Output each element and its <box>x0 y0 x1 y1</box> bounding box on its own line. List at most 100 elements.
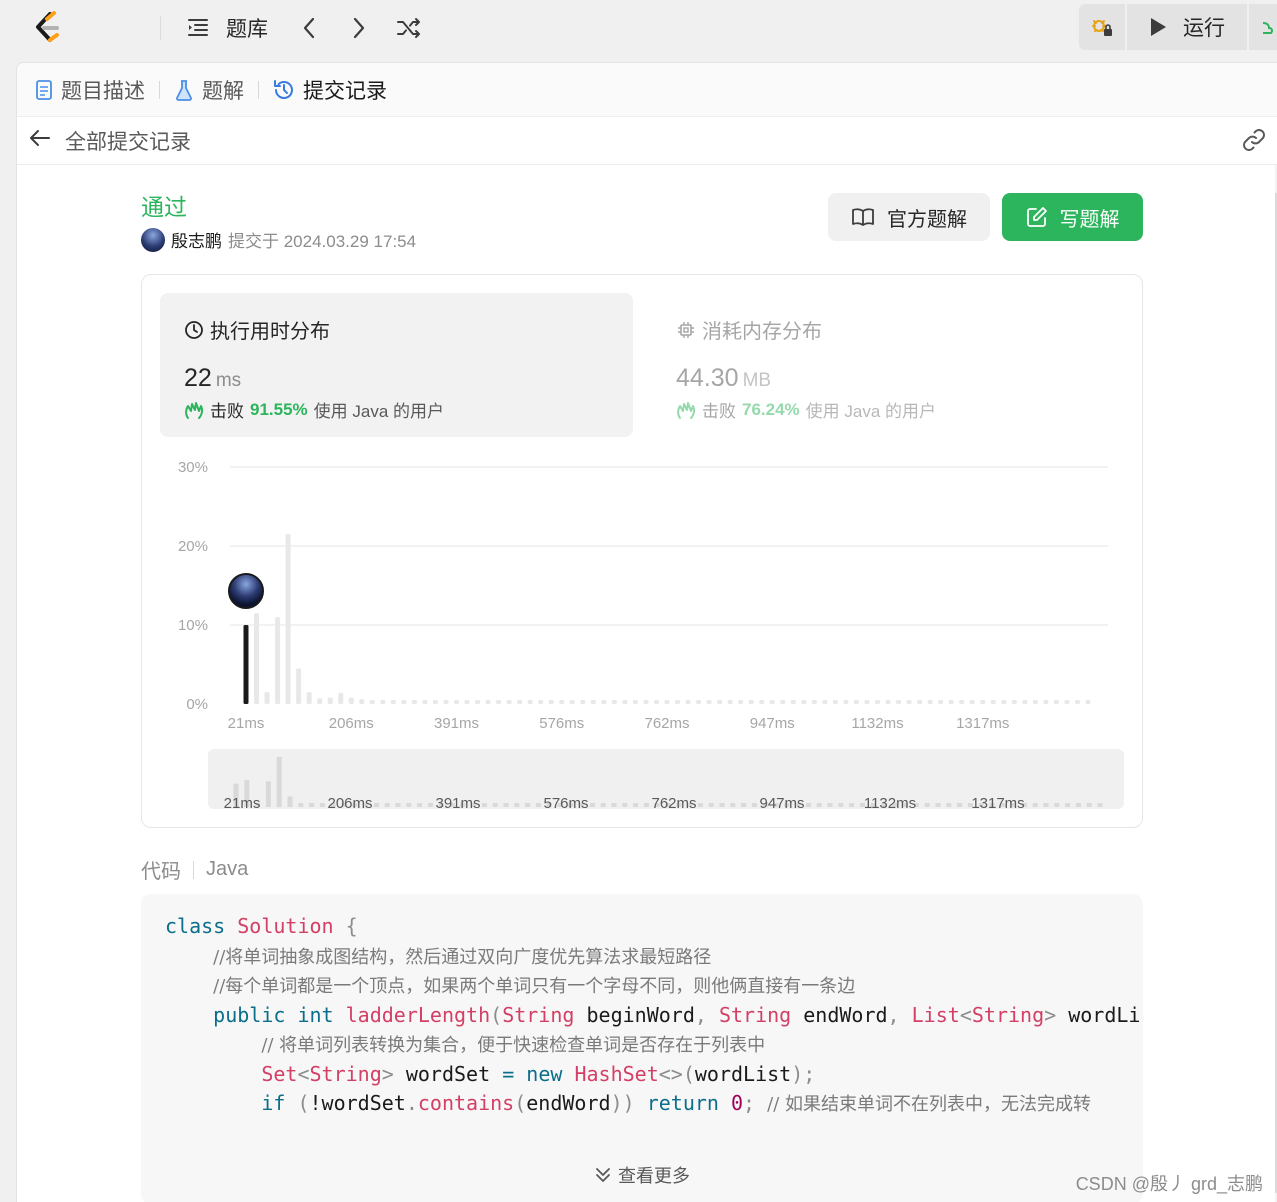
tab-submissions[interactable]: 提交记录 <box>273 75 387 105</box>
run-button[interactable]: 运行 <box>1127 4 1247 50</box>
chart-bar[interactable] <box>348 697 354 704</box>
chart-bar[interactable] <box>496 700 502 704</box>
chart-bar[interactable] <box>822 700 828 704</box>
chart-bar[interactable] <box>601 700 607 704</box>
chart-bar[interactable] <box>569 700 575 704</box>
runtime-stat[interactable]: 执行用时分布 22 ms 击败 91.55% 使用 Java 的用户 <box>160 293 633 437</box>
all-submissions-title[interactable]: 全部提交记录 <box>65 126 191 156</box>
chart-bar[interactable] <box>938 700 944 704</box>
chart-bar[interactable] <box>1032 700 1038 704</box>
chart-bar[interactable] <box>296 668 302 704</box>
chart-bar[interactable] <box>969 700 975 704</box>
link-icon[interactable] <box>1241 129 1267 156</box>
chart-bar[interactable] <box>843 700 849 704</box>
chart-bar[interactable] <box>622 700 628 704</box>
chart-bar[interactable] <box>317 698 323 704</box>
prev-problem-button[interactable] <box>296 15 322 41</box>
chart-bar[interactable] <box>896 700 902 704</box>
chart-bar[interactable] <box>864 700 870 704</box>
chart-bar[interactable] <box>1064 700 1070 704</box>
chart-bar[interactable] <box>990 700 996 704</box>
chart-bar-highlight[interactable] <box>243 625 249 704</box>
chart-bar[interactable] <box>390 700 396 704</box>
chart-bar[interactable] <box>464 700 470 704</box>
chart-bar[interactable] <box>538 700 544 704</box>
chart-bar[interactable] <box>611 700 617 704</box>
chart-bar[interactable] <box>696 700 702 704</box>
chart-bar[interactable] <box>264 692 270 704</box>
next-problem-button[interactable] <box>346 15 372 41</box>
chart-bar[interactable] <box>675 700 681 704</box>
chart-bar[interactable] <box>485 700 491 704</box>
debug-button[interactable] <box>1079 4 1125 50</box>
chart-bar[interactable] <box>422 700 428 704</box>
chart-range-minimap[interactable]: 21ms 206ms 391ms 576ms 762ms 947ms 1132ms 1317m… <box>208 749 1124 812</box>
chart-bar[interactable] <box>411 700 417 704</box>
chart-bar[interactable] <box>548 700 554 704</box>
chart-bar[interactable] <box>454 700 459 704</box>
code-block[interactable]: class Solution { //将单词抽象成图结构，然后通过双向广度优先算… <box>141 894 1143 1202</box>
tab-description[interactable]: 题目描述 <box>35 75 145 105</box>
chart-bar[interactable] <box>380 700 386 704</box>
user-name[interactable]: 殷志鹏 <box>171 227 222 252</box>
random-problem-button[interactable] <box>396 15 422 41</box>
chart-bar[interactable] <box>906 700 912 704</box>
chart-bar[interactable] <box>748 700 754 704</box>
chart-bar[interactable] <box>506 700 512 704</box>
chart-bar[interactable] <box>527 700 533 704</box>
chart-bar[interactable] <box>727 700 733 704</box>
runtime-distribution-chart[interactable]: 30% 20% 10% 0% 21ms 206ms 391ms 576ms 762ms 947ms… <box>142 445 1142 745</box>
chart-bar[interactable] <box>790 700 796 704</box>
back-arrow-icon[interactable] <box>29 129 51 152</box>
chart-bar[interactable] <box>875 700 880 704</box>
chart-bar[interactable] <box>853 700 859 704</box>
minimap-chart[interactable]: 21ms 206ms 391ms 576ms 762ms 947ms 1132ms 1317m… <box>208 749 1124 812</box>
chart-bar[interactable] <box>590 700 596 704</box>
chart-bar[interactable] <box>801 700 807 704</box>
chart-bar[interactable] <box>653 700 659 704</box>
chart-bar[interactable] <box>769 700 775 704</box>
chart-bar[interactable] <box>1001 700 1007 704</box>
chart-bar[interactable] <box>832 700 838 704</box>
chart-bar[interactable] <box>517 700 523 704</box>
chart-bar[interactable] <box>780 700 786 704</box>
list-icon[interactable] <box>186 16 210 40</box>
chart-bar[interactable] <box>306 692 312 704</box>
chart-bar[interactable] <box>254 613 260 704</box>
submit-button[interactable] <box>1249 4 1277 50</box>
chart-bar[interactable] <box>643 700 649 704</box>
chart-bar[interactable] <box>432 700 438 704</box>
show-more-button[interactable]: 查看更多 <box>141 1162 1143 1188</box>
chart-bar[interactable] <box>759 700 765 704</box>
chart-bar[interactable] <box>559 700 565 704</box>
chart-bar[interactable] <box>959 700 965 704</box>
chart-bar[interactable] <box>1074 700 1080 704</box>
chart-bar[interactable] <box>685 700 691 704</box>
chart-bar[interactable] <box>1053 700 1059 704</box>
chart-bar[interactable] <box>1011 700 1017 704</box>
chart-bar[interactable] <box>327 697 333 704</box>
chart-bar[interactable] <box>1043 700 1049 704</box>
chart-bar[interactable] <box>927 700 933 704</box>
chart-bar[interactable] <box>717 700 723 704</box>
chart-bar[interactable] <box>1085 700 1091 704</box>
chart-bar[interactable] <box>632 700 638 704</box>
chart-bar[interactable] <box>664 700 670 704</box>
chart-bar[interactable] <box>359 699 365 704</box>
chart-bar[interactable] <box>811 700 817 704</box>
chart-bar[interactable] <box>980 700 986 704</box>
official-solution-button[interactable]: 官方题解 <box>828 193 990 241</box>
chart-user-avatar[interactable] <box>228 573 264 609</box>
memory-stat[interactable]: 消耗内存分布 44.30 MB 击败 76.24% 使用 Java 的用户 <box>652 293 1125 437</box>
leetcode-logo[interactable] <box>30 10 66 46</box>
chart-bar[interactable] <box>443 700 449 704</box>
chart-bar[interactable] <box>706 700 712 704</box>
chart-bar[interactable] <box>580 700 586 704</box>
chart-bar[interactable] <box>475 700 481 704</box>
avatar[interactable] <box>141 227 165 252</box>
chart-bar[interactable] <box>369 700 375 704</box>
chart-bar[interactable] <box>948 700 954 704</box>
chart-bar[interactable] <box>1022 700 1028 704</box>
tab-solutions[interactable]: 题解 <box>174 75 244 105</box>
chart-bar[interactable] <box>275 617 281 704</box>
